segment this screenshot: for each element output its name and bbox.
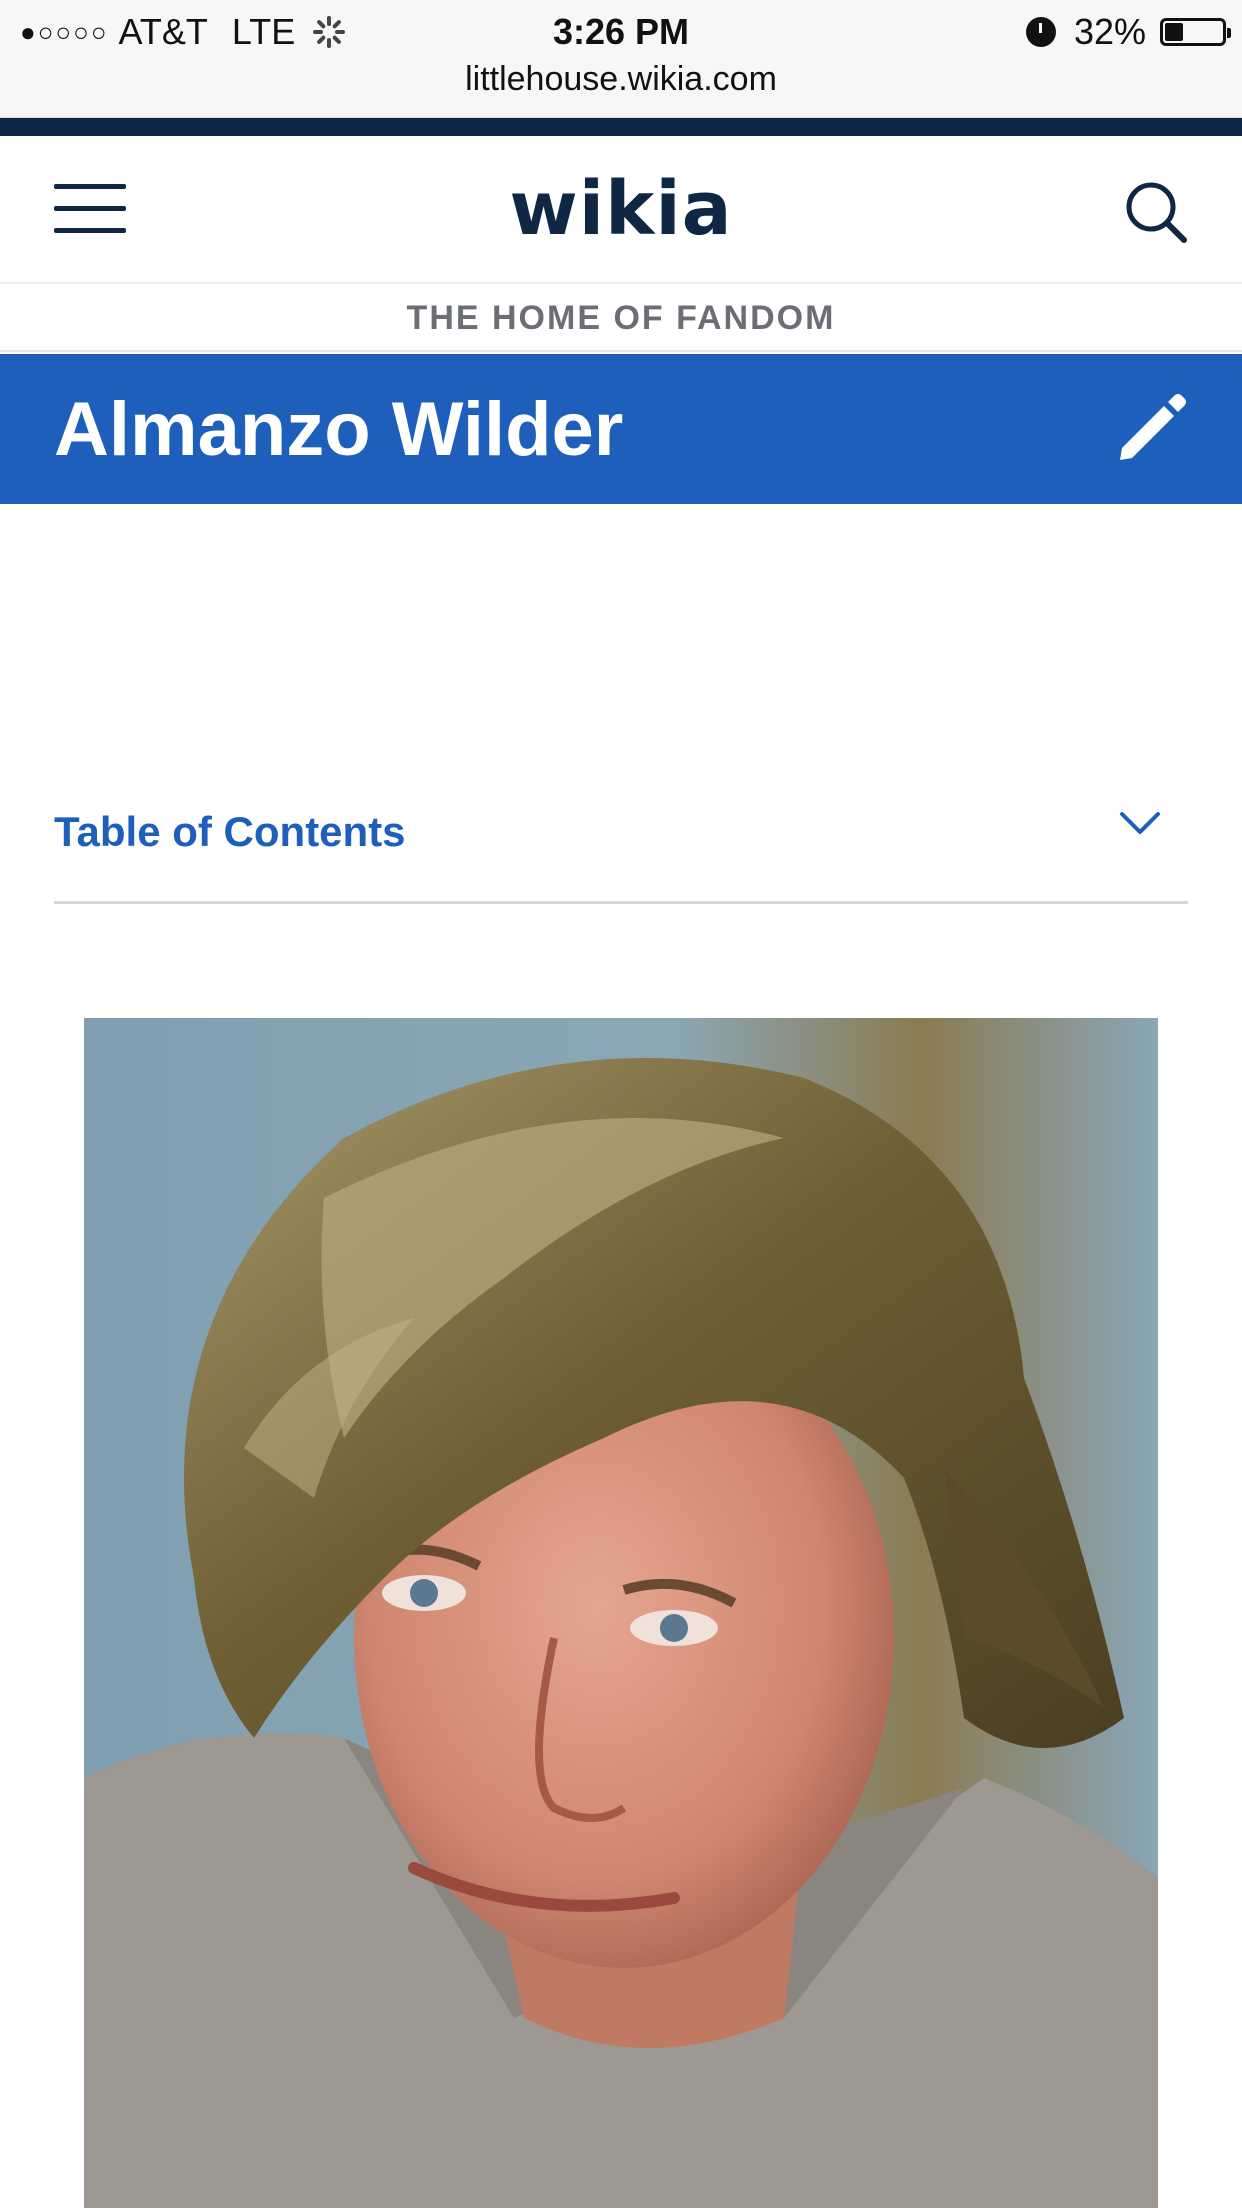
pencil-icon[interactable]	[1112, 388, 1192, 468]
page-title: Almanzo Wilder	[54, 387, 624, 472]
top-accent-strip	[0, 118, 1242, 136]
table-of-contents[interactable]: Table of Contents	[54, 760, 1188, 904]
fandom-tagline: THE HOME OF FANDOM	[0, 284, 1242, 352]
status-right: 32%	[1025, 10, 1231, 54]
wikia-logo[interactable]: wikia	[0, 166, 1242, 252]
chevron-down-icon[interactable]	[1118, 808, 1162, 838]
search-icon[interactable]	[1124, 180, 1188, 244]
article-title-bar: Almanzo Wilder	[0, 354, 1242, 504]
battery-icon	[1160, 18, 1231, 46]
address-bar-url[interactable]: littlehouse.wikia.com	[0, 60, 1242, 99]
battery-percent: 32%	[1073, 11, 1146, 52]
alarm-clock-icon	[1025, 17, 1056, 47]
status-bar: ●○○○○ AT&T LTE 3:26 PM 32% littlehouse.w…	[0, 0, 1242, 118]
site-header: wikia	[0, 136, 1242, 284]
character-portrait-photo	[84, 1018, 1158, 2208]
toc-label[interactable]: Table of Contents	[54, 808, 406, 856]
